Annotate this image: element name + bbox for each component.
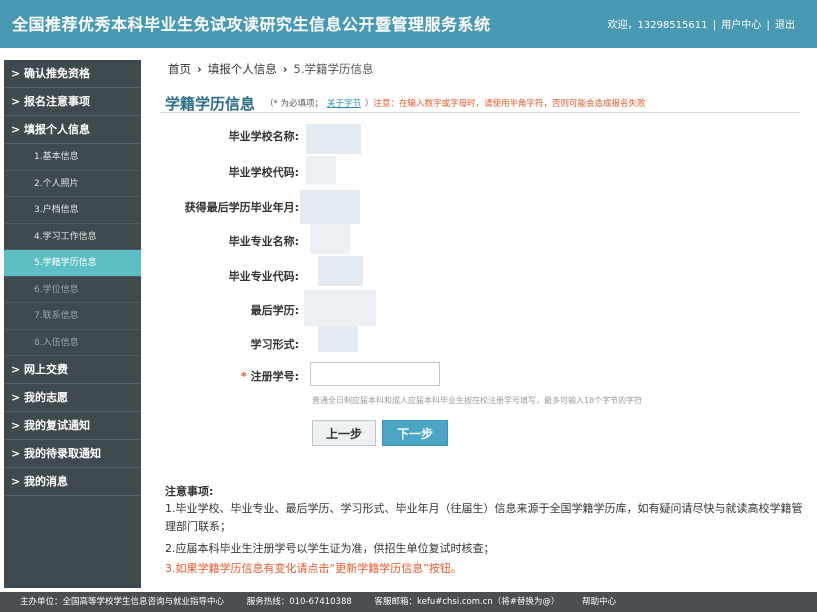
welcome-text: 欢迎，13298515611 (607, 20, 708, 31)
sidebar-sub-study-work[interactable]: 4.学习工作信息 (4, 224, 141, 250)
prev-step-button[interactable]: 上一步 (312, 420, 376, 446)
next-step-button[interactable]: 下一步 (382, 420, 448, 446)
footer-sponsor: 主办单位：全国高等学校学生信息咨询与就业指导中心 (20, 597, 225, 607)
required-note: （* 为必填项； (265, 99, 323, 109)
section-title: 学籍学历信息 (165, 95, 256, 113)
sidebar-item-confirm-eligibility[interactable]: > 确认推免资格 (4, 60, 141, 88)
label-study-form: 学习形式: (250, 338, 299, 351)
required-star: * (240, 370, 247, 383)
redacted-school-name (306, 124, 361, 154)
logout-link[interactable]: 退出 (775, 20, 795, 31)
redacted-major-name (310, 224, 350, 254)
label-major-code: 毕业专业代码: (228, 270, 299, 283)
sidebar-item-registration-notes[interactable]: > 报名注意事项 (4, 88, 141, 116)
notes-title: 注意事项: (165, 485, 214, 498)
redacted-study-form (318, 326, 358, 352)
sidebar-sub-contact[interactable]: 7.联系信息 (4, 303, 141, 330)
label-education: 最后学历: (250, 304, 299, 317)
redacted-school-code (306, 156, 336, 184)
user-bar-sep: | (712, 20, 717, 31)
sidebar-sub-degree[interactable]: 6.学位信息 (4, 277, 141, 303)
user-center-link[interactable]: 用户中心 (721, 20, 761, 31)
sidebar-item-payment[interactable]: > 网上交费 (4, 356, 141, 384)
footer-help-link[interactable]: 帮助中心 (582, 597, 616, 607)
footer-hotline: 服务热线：010-67410388 (246, 597, 352, 607)
note-line-2: 2.应届本科毕业生注册学号以学生证为准，供招生单位复试时核查； (165, 542, 495, 555)
breadcrumb-step[interactable]: 填报个人信息 (208, 62, 277, 76)
label-reg-number: * 注册学号: (240, 370, 299, 383)
sidebar-sub-education-active[interactable]: 5.学籍学历信息 (4, 250, 141, 277)
redacted-education (304, 290, 376, 326)
sidebar-sub-household-archive[interactable]: 3.户档信息 (4, 197, 141, 224)
label-school-code: 毕业学校代码: (228, 166, 299, 179)
sidebar-item-retest-notice[interactable]: > 我的复试通知 (4, 412, 141, 440)
sidebar-item-my-choices[interactable]: > 我的志愿 (4, 384, 141, 412)
sidebar-item-admission-notice[interactable]: > 我的待录取通知 (4, 440, 141, 468)
sidebar: > 确认推免资格 > 报名注意事项 > 填报个人信息 1.基本信息 2.个人照片… (4, 60, 141, 588)
note-line-1: 1.毕业学校、毕业专业、最后学历、学习形式、毕业年月（往届生）信息来源于全国学籍… (165, 502, 803, 533)
user-bar: 欢迎，13298515611 | 用户中心 | 退出 (606, 16, 796, 31)
footer: 主办单位：全国高等学校学生信息咨询与就业指导中心 服务热线：010-674103… (0, 592, 817, 612)
reg-number-hint: 普通全日制应届本科和成人应届本科毕业生按在校注册学号填写，最多可输入18个字节的… (312, 396, 643, 405)
sidebar-sub-photo[interactable]: 2.个人照片 (4, 171, 141, 197)
breadcrumb-sep: › (282, 62, 288, 76)
redacted-grad-date (300, 190, 360, 224)
system-title: 全国推荐优秀本科毕业生免试攻读研究生信息公开暨管理服务系统 (12, 15, 491, 34)
sidebar-sub-basic-info[interactable]: 1.基本信息 (4, 144, 141, 171)
input-warning: 注意：在输入数字或字母时，请使用半角字符，否则可能会造成报名失败 (373, 99, 646, 109)
breadcrumb-home[interactable]: 首页 (168, 62, 191, 76)
sidebar-item-personal-info[interactable]: > 填报个人信息 (4, 116, 141, 144)
sidebar-item-messages[interactable]: > 我的消息 (4, 468, 141, 496)
user-bar-sep: | (766, 20, 770, 31)
breadcrumb-sep: › (197, 62, 202, 76)
reg-number-input[interactable] (310, 362, 440, 386)
section-note: （* 为必填项； 关于字节 ）注意：在输入数字或字母时，请使用半角字符，否则可能会造… (265, 97, 646, 109)
redacted-major-code (318, 256, 363, 286)
top-header: 全国推荐优秀本科毕业生免试攻读研究生信息公开暨管理服务系统 欢迎，1329851… (0, 0, 817, 48)
label-major-name: 毕业专业名称: (228, 235, 299, 248)
label-grad-date: 获得最后学历毕业年月: (184, 201, 299, 214)
breadcrumb-current: 5.学籍学历信息 (293, 62, 374, 76)
footer-email: 客服邮箱：kefu#chsi.com.cn（将#替换为@） (374, 597, 560, 607)
sidebar-sub-military[interactable]: 8.入伍信息 (4, 330, 141, 356)
label-school-name: 毕业学校名称: (228, 130, 299, 143)
about-bytes-link[interactable]: 关于字节 (327, 99, 361, 109)
title-divider (160, 112, 800, 113)
note-line-3: 3.如果学籍学历信息有变化请点击“更新学籍学历信息”按钮。 (165, 562, 462, 575)
breadcrumb: 首页 › 填报个人信息 › 5.学籍学历信息 (168, 61, 373, 77)
